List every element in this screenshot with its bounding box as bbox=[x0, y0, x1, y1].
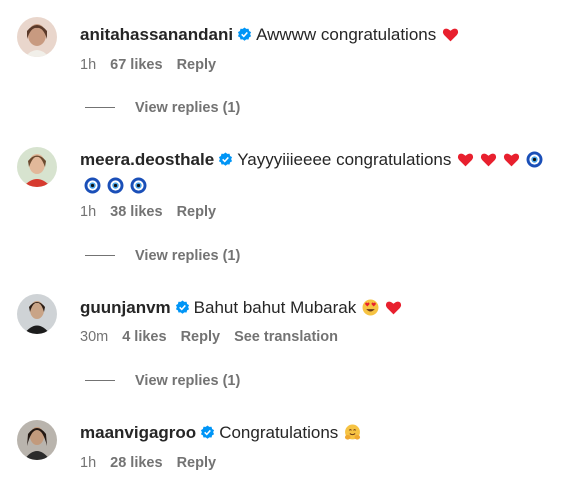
verified-badge-icon bbox=[175, 300, 189, 314]
view-replies-button[interactable]: View replies (1) bbox=[85, 248, 240, 264]
nazar-amulet-icon bbox=[84, 177, 101, 194]
view-replies-label: View replies (1) bbox=[135, 373, 241, 389]
avatar[interactable] bbox=[17, 147, 57, 187]
likes-count[interactable]: 38 likes bbox=[110, 204, 162, 220]
comment-text: Congratulations bbox=[219, 423, 339, 442]
avatar[interactable] bbox=[17, 420, 57, 460]
red-heart-icon bbox=[504, 153, 520, 167]
comment-meta: 30m 4 likes Reply See translation bbox=[80, 329, 352, 345]
comment-time: 1h bbox=[80, 455, 97, 471]
reply-button[interactable]: Reply bbox=[177, 204, 217, 220]
view-replies-label: View replies (1) bbox=[135, 248, 241, 264]
comment-time: 1h bbox=[80, 204, 97, 220]
username[interactable]: maanvigagroo bbox=[80, 423, 196, 442]
red-heart-icon bbox=[458, 153, 474, 167]
reply-button[interactable]: Reply bbox=[181, 329, 221, 345]
view-replies-button[interactable]: View replies (1) bbox=[85, 100, 240, 116]
username[interactable]: anitahassanandani bbox=[80, 25, 233, 44]
view-replies-label: View replies (1) bbox=[135, 100, 241, 116]
comment-time: 1h bbox=[80, 57, 97, 73]
nazar-amulet-icon bbox=[107, 177, 124, 194]
nazar-amulet-icon bbox=[526, 151, 543, 168]
username[interactable]: guunjanvm bbox=[80, 298, 171, 317]
comment-text: Yayyyiiieeee congratulations bbox=[237, 150, 452, 169]
comment-text: Bahut bahut Mubarak bbox=[193, 298, 357, 317]
likes-count[interactable]: 28 likes bbox=[110, 455, 162, 471]
verified-badge-icon bbox=[201, 425, 215, 439]
divider-line bbox=[85, 380, 115, 381]
red-heart-icon bbox=[386, 301, 402, 315]
comment-meta: 1h 38 likes Reply bbox=[80, 204, 230, 220]
heart-eyes-face-icon bbox=[362, 299, 379, 316]
avatar[interactable] bbox=[17, 17, 57, 57]
see-translation-button[interactable]: See translation bbox=[234, 329, 338, 345]
hugging-face-icon bbox=[345, 424, 361, 440]
verified-badge-icon bbox=[238, 27, 252, 41]
nazar-amulet-icon bbox=[130, 177, 147, 194]
red-heart-icon bbox=[443, 28, 459, 42]
comment-text: Awwww congratulations bbox=[256, 25, 437, 44]
divider-line bbox=[85, 107, 115, 108]
reply-button[interactable]: Reply bbox=[177, 57, 217, 73]
view-replies-button[interactable]: View replies (1) bbox=[85, 373, 240, 389]
red-heart-icon bbox=[481, 153, 497, 167]
comment-time: 30m bbox=[80, 329, 109, 345]
divider-line bbox=[85, 255, 115, 256]
comment-meta: 1h 28 likes Reply bbox=[80, 455, 230, 471]
username[interactable]: meera.deosthale bbox=[80, 150, 214, 169]
verified-badge-icon bbox=[219, 152, 233, 166]
likes-count[interactable]: 4 likes bbox=[122, 329, 166, 345]
avatar[interactable] bbox=[17, 294, 57, 334]
comment-meta: 1h 67 likes Reply bbox=[80, 57, 230, 73]
reply-button[interactable]: Reply bbox=[177, 455, 217, 471]
likes-count[interactable]: 67 likes bbox=[110, 57, 162, 73]
